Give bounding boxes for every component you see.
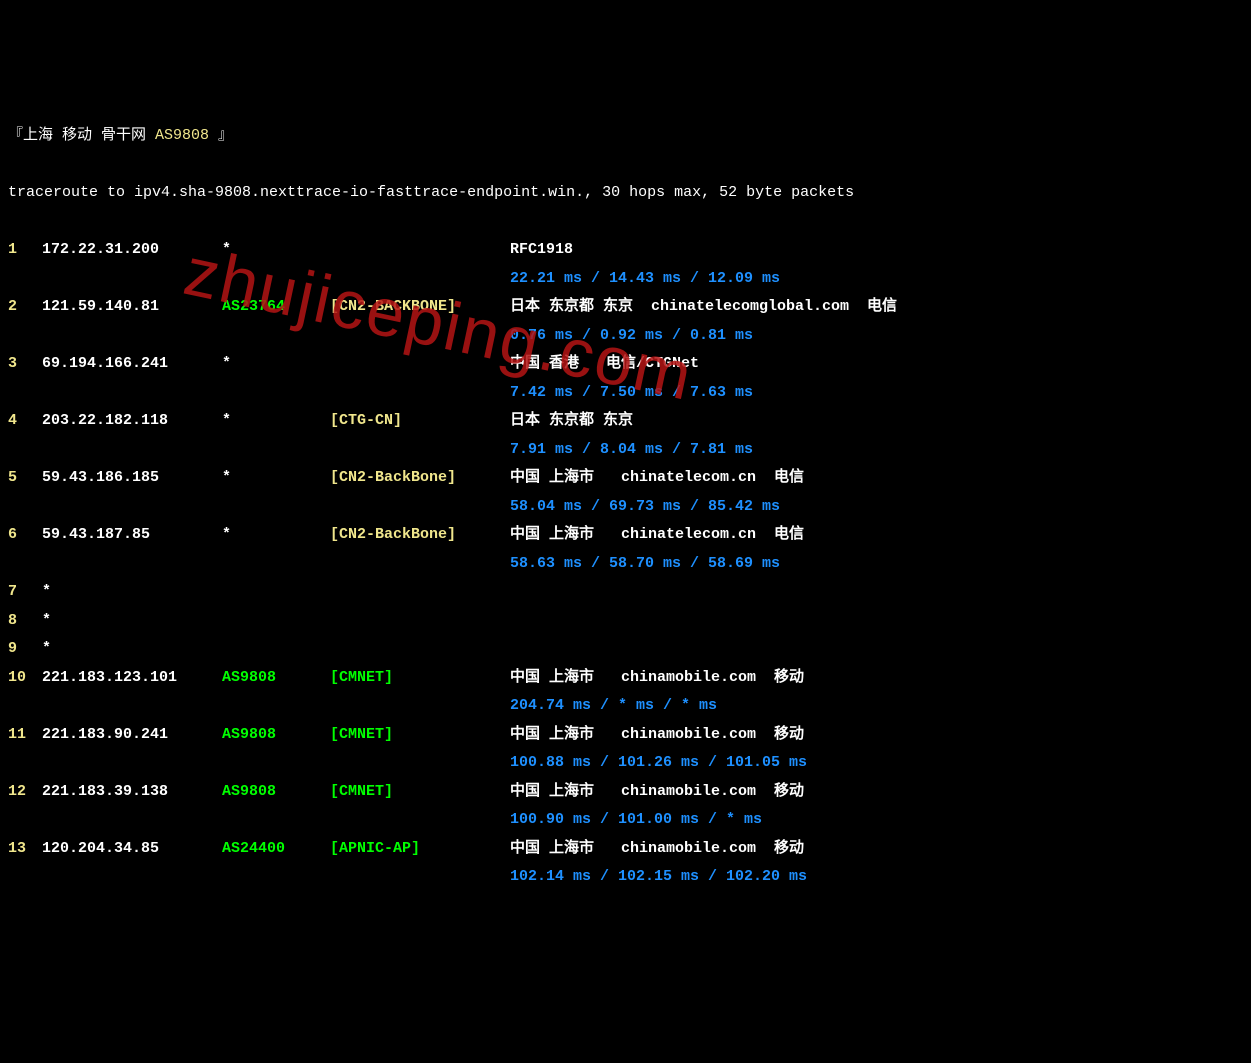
hop-latency: 58.04 ms / 69.73 ms / 85.42 ms [8,493,1243,522]
hop-number: 13 [8,835,42,864]
hop-latency: 204.74 ms / * ms / * ms [8,692,1243,721]
hop-asn: * [222,464,330,493]
hop-number: 9 [8,635,42,664]
hop-asn: * [222,407,330,436]
traceroute-command: traceroute to ipv4.sha-9808.nexttrace-io… [8,179,1243,208]
hop-network-tag: [CMNET] [330,664,510,693]
header-asn: AS9808 [155,127,209,144]
hop-latency: 7.91 ms / 8.04 ms / 7.81 ms [8,436,1243,465]
hop-location: 日本 东京都 东京 [510,412,633,429]
hop-latency: 100.90 ms / 101.00 ms / * ms [8,806,1243,835]
hop-timeout-star: * [42,640,51,657]
hop-ip: 59.43.186.185 [42,464,222,493]
hop-location: RFC1918 [510,241,573,258]
hop-latency: 22.21 ms / 14.43 ms / 12.09 ms [8,265,1243,294]
hop-ip: 121.59.140.81 [42,293,222,322]
hop-row: 4203.22.182.118*[CTG-CN]日本 东京都 东京 [8,407,1243,436]
hop-ip: 69.194.166.241 [42,350,222,379]
hop-asn: * [222,521,330,550]
hop-latency: 58.63 ms / 58.70 ms / 58.69 ms [8,550,1243,579]
hop-location: 中国 上海市 chinatelecom.cn 电信 [510,469,804,486]
hop-row: 2121.59.140.81AS23764[CN2-BACKBONE]日本 东京… [8,293,1243,322]
hop-timeout-star: * [42,612,51,629]
hop-row: 7* [8,578,1243,607]
hop-number: 7 [8,578,42,607]
hops-list: 1172.22.31.200*RFC191822.21 ms / 14.43 m… [8,236,1243,892]
traceroute-title: 『上海 移动 骨干网 AS9808 』 [8,122,1243,151]
hop-latency: 102.14 ms / 102.15 ms / 102.20 ms [8,863,1243,892]
hop-asn: * [222,350,330,379]
hop-number: 3 [8,350,42,379]
hop-number: 5 [8,464,42,493]
hop-number: 2 [8,293,42,322]
hop-network-tag: [CN2-BackBone] [330,521,510,550]
hop-asn: AS9808 [222,778,330,807]
hop-number: 11 [8,721,42,750]
hop-ip: 172.22.31.200 [42,236,222,265]
hop-row: 559.43.186.185*[CN2-BackBone]中国 上海市 chin… [8,464,1243,493]
hop-number: 10 [8,664,42,693]
hop-row: 13120.204.34.85AS24400[APNIC-AP]中国 上海市 c… [8,835,1243,864]
hop-latency: 7.42 ms / 7.50 ms / 7.63 ms [8,379,1243,408]
hop-location: 日本 东京都 东京 chinatelecomglobal.com 电信 [510,298,897,315]
hop-number: 12 [8,778,42,807]
hop-location: 中国 上海市 chinatelecom.cn 电信 [510,526,804,543]
hop-asn: AS24400 [222,835,330,864]
hop-latency: 100.88 ms / 101.26 ms / 101.05 ms [8,749,1243,778]
hop-ip: 221.183.123.101 [42,664,222,693]
hop-latency: 0.76 ms / 0.92 ms / 0.81 ms [8,322,1243,351]
hop-row: 9* [8,635,1243,664]
hop-location: 中国 上海市 chinamobile.com 移动 [510,783,804,800]
hop-ip: 221.183.39.138 [42,778,222,807]
hop-row: 1172.22.31.200* RFC1918 [8,236,1243,265]
hop-network-tag: [CMNET] [330,721,510,750]
hop-location: 中国 上海市 chinamobile.com 移动 [510,669,804,686]
hop-row: 10221.183.123.101AS9808[CMNET]中国 上海市 chi… [8,664,1243,693]
hop-row: 8* [8,607,1243,636]
hop-timeout-star: * [42,583,51,600]
hop-ip: 221.183.90.241 [42,721,222,750]
hop-location: 中国 上海市 chinamobile.com 移动 [510,726,804,743]
hop-network-tag: [CN2-BACKBONE] [330,293,510,322]
hop-asn: AS9808 [222,721,330,750]
hop-row: 369.194.166.241* 中国 香港 电信/CTGNet [8,350,1243,379]
hop-ip: 203.22.182.118 [42,407,222,436]
hop-number: 6 [8,521,42,550]
hop-ip: 59.43.187.85 [42,521,222,550]
hop-number: 1 [8,236,42,265]
hop-row: 11221.183.90.241AS9808[CMNET]中国 上海市 chin… [8,721,1243,750]
hop-number: 8 [8,607,42,636]
hop-network-tag: [CTG-CN] [330,407,510,436]
hop-row: 659.43.187.85*[CN2-BackBone]中国 上海市 china… [8,521,1243,550]
hop-location: 中国 上海市 chinamobile.com 移动 [510,840,804,857]
hop-asn: AS23764 [222,293,330,322]
hop-network-tag: [APNIC-AP] [330,835,510,864]
hop-network-tag: [CN2-BackBone] [330,464,510,493]
hop-number: 4 [8,407,42,436]
hop-ip: 120.204.34.85 [42,835,222,864]
hop-network-tag: [CMNET] [330,778,510,807]
hop-location: 中国 香港 电信/CTGNet [510,355,699,372]
hop-row: 12221.183.39.138AS9808[CMNET]中国 上海市 chin… [8,778,1243,807]
hop-asn: * [222,236,330,265]
hop-asn: AS9808 [222,664,330,693]
